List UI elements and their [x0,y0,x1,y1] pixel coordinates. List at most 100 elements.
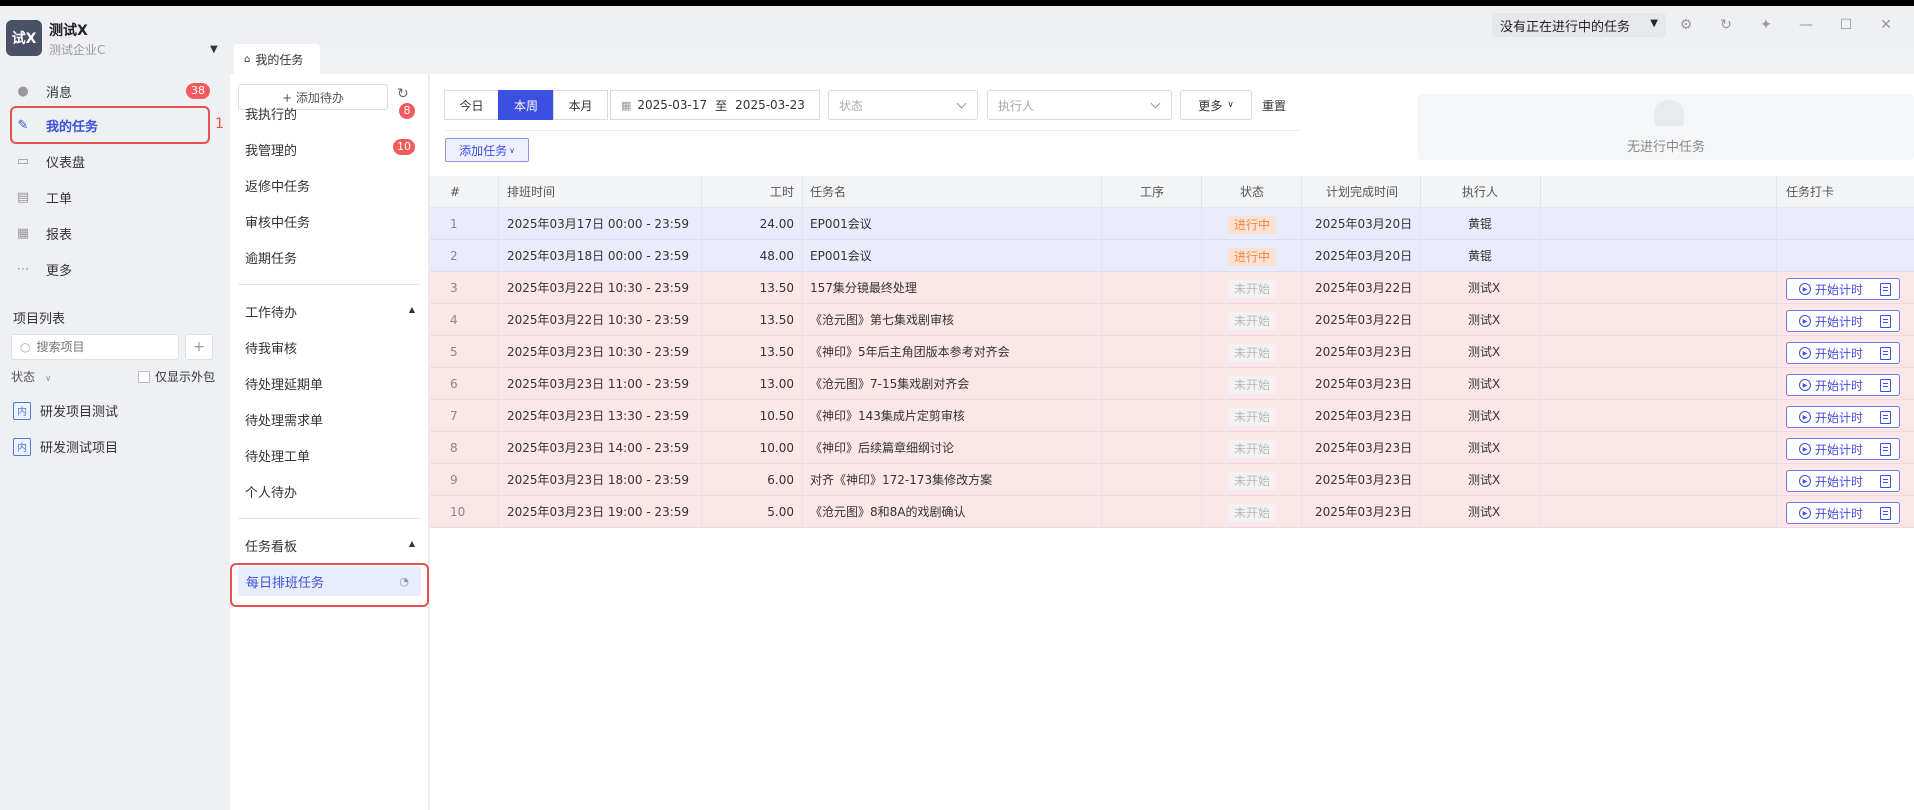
start-timer-button[interactable]: ▶ 开始计时 [1786,502,1900,524]
status-badge: 进行中 [1228,216,1277,234]
close-icon[interactable]: ✕ [1866,17,1906,33]
document-icon[interactable] [1880,379,1891,392]
col-header: 计划完成时间 [1326,185,1399,199]
nav-item-dashboard[interactable]: ▭ 仪表盘 [10,144,210,178]
settings-icon[interactable]: ⚙ [1666,17,1706,33]
maximize-icon[interactable]: ☐ [1826,17,1866,33]
start-timer-button[interactable]: ▶ 开始计时 [1786,438,1900,460]
dashboard-icon: ▭ [16,153,30,169]
more-filters-button[interactable]: 更多 ∨ [1180,90,1252,120]
task-name[interactable]: 《沧元图》7-15集戏剧对齐会 [810,368,969,400]
table-row[interactable]: 7 2025年03月23日 13:30 - 23:59 10.50 《神印》143集成… [430,400,1914,432]
task-name[interactable]: 《神印》5年后主角团版本参考对齐会 [810,336,1010,368]
mid-item-todo[interactable]: 待处理延期单 [245,374,415,393]
table-row[interactable]: 2 2025年03月18日 00:00 - 23:59 48.00 EP001会议 进行… [430,240,1914,272]
mid-item-todo[interactable]: 待处理需求单 [245,410,415,429]
mid-item-todo[interactable]: 个人待办 [245,482,415,501]
mid-item-overdue[interactable]: 逾期任务 [245,248,415,267]
group-task-board[interactable]: 任务看板 ▲ [245,536,415,555]
row-index: 8 [450,441,458,455]
table-row[interactable]: 10 2025年03月23日 19:00 - 23:59 5.00 《沧元图》8和8A… [430,496,1914,528]
col-header: 任务名 [810,185,847,199]
document-icon[interactable] [1880,283,1891,296]
seg-this-week[interactable]: 本周 [498,90,554,120]
status-select[interactable]: 状态 [828,90,978,120]
start-timer-button[interactable]: ▶ 开始计时 [1786,310,1900,332]
document-icon[interactable] [1880,475,1891,488]
caret-down-icon[interactable]: ▼ [210,44,218,55]
project-search-input[interactable] [36,340,167,354]
checkbox-box[interactable] [138,370,150,383]
add-project-button[interactable]: + [185,334,213,360]
table-row[interactable]: 6 2025年03月23日 11:00 - 23:59 13.00 《沧元图》7-15… [430,368,1914,400]
row-index: 6 [450,377,458,391]
table-row[interactable]: 5 2025年03月23日 10:30 - 23:59 13.50 《神印》5年后主角… [430,336,1914,368]
start-timer-button[interactable]: ▶ 开始计时 [1786,374,1900,396]
add-task-button[interactable]: 添加任务 ∨ [445,138,529,162]
nav-label: 消息 [46,85,73,101]
project-search[interactable]: ○ [11,334,179,360]
project-item[interactable]: 内 研发项目测试 [13,401,118,420]
task-category-panel: + 添加待办 ↻ 我执行的 8 我管理的 10 返修中任务 审核中任务 逾期任务… [230,74,429,810]
current-task-dropdown[interactable]: 没有正在进行中的任务 ▼ [1492,13,1666,37]
mid-item-managing[interactable]: 我管理的 10 [245,139,415,159]
table-row[interactable]: 8 2025年03月23日 14:00 - 23:59 10.00 《神印》后续篇章细… [430,432,1914,464]
task-name[interactable]: 对齐《神印》172-173集修改方案 [810,464,992,496]
nav-item-more[interactable]: ⋯ 更多 [10,252,210,286]
executor-select[interactable]: 执行人 [987,90,1172,120]
document-icon[interactable] [1880,507,1891,520]
seg-today[interactable]: 今日 [444,90,499,120]
document-icon[interactable] [1880,347,1891,360]
col-divider [802,176,803,208]
refresh-icon[interactable]: ↻ [397,86,409,102]
pin-icon[interactable]: ✦ [1746,17,1786,33]
divider [238,518,421,519]
date-range-picker[interactable]: ▦ 2025-03-17 至 2025-03-23 [610,90,820,120]
shift-time: 2025年03月18日 00:00 - 23:59 [507,249,690,263]
document-icon[interactable] [1880,315,1891,328]
group-title: 工作待办 [245,306,298,321]
start-timer-button[interactable]: ▶ 开始计时 [1786,470,1900,492]
mid-item-todo[interactable]: 待我审核 [245,338,415,357]
company-switcher[interactable]: 试X 测试X 测试企业C ▼ [6,20,226,64]
nav-item-messages[interactable]: ● 消息 38 [10,74,210,108]
task-name[interactable]: 《沧元图》第七集戏剧审核 [810,304,954,336]
mid-item-todo[interactable]: 待处理工单 [245,446,415,465]
refresh-icon[interactable]: ↻ [1706,17,1746,33]
task-name[interactable]: 《沧元图》8和8A的戏剧确认 [810,496,965,528]
table-row[interactable]: 4 2025年03月22日 10:30 - 23:59 13.50 《沧元图》第七集戏… [430,304,1914,336]
status-badge: 未开始 [1228,408,1277,426]
col-divider [1420,176,1421,208]
document-icon[interactable] [1880,443,1891,456]
nav-item-reports[interactable]: ▦ 报表 [10,216,210,250]
task-name[interactable]: 《神印》后续篇章细纲讨论 [810,432,954,464]
mid-item-review[interactable]: 审核中任务 [245,212,415,231]
col-divider [1301,176,1302,208]
date-from: 2025-03-17 [637,98,708,112]
task-name[interactable]: 《神印》143集成片定剪审核 [810,400,965,432]
mid-item-rework[interactable]: 返修中任务 [245,176,415,195]
project-status-filter[interactable]: 状态 ∨ [11,368,51,385]
task-name[interactable]: EP001会议 [810,208,872,240]
add-task-label: 添加任务 [459,143,508,158]
seg-this-month[interactable]: 本月 [553,90,608,120]
outsource-only-checkbox[interactable]: 仅显示外包 [138,368,215,385]
mid-item-executing[interactable]: 我执行的 8 [245,103,415,123]
document-icon[interactable] [1880,411,1891,424]
minimize-icon[interactable]: — [1786,17,1826,33]
col-divider [1776,176,1777,208]
group-work-todo[interactable]: 工作待办 ▲ [245,302,415,321]
start-timer-button[interactable]: ▶ 开始计时 [1786,278,1900,300]
task-name[interactable]: 157集分镜最终处理 [810,272,917,304]
count-badge: 10 [393,139,415,155]
tab-my-tasks[interactable]: ⌂ 我的任务 [234,44,320,74]
reset-button[interactable]: 重置 [1262,97,1286,114]
table-row[interactable]: 9 2025年03月23日 18:00 - 23:59 6.00 对齐《神印》172-… [430,464,1914,496]
start-timer-button[interactable]: ▶ 开始计时 [1786,342,1900,364]
start-timer-button[interactable]: ▶ 开始计时 [1786,406,1900,428]
nav-item-tickets[interactable]: ▤ 工单 [10,180,210,214]
task-name[interactable]: EP001会议 [810,240,872,272]
table-row[interactable]: 3 2025年03月22日 10:30 - 23:59 13.50 157集分镜最终处… [430,272,1914,304]
table-row[interactable]: 1 2025年03月17日 00:00 - 23:59 24.00 EP001会议 进行… [430,208,1914,240]
project-item[interactable]: 内 研发测试项目 [13,437,118,456]
